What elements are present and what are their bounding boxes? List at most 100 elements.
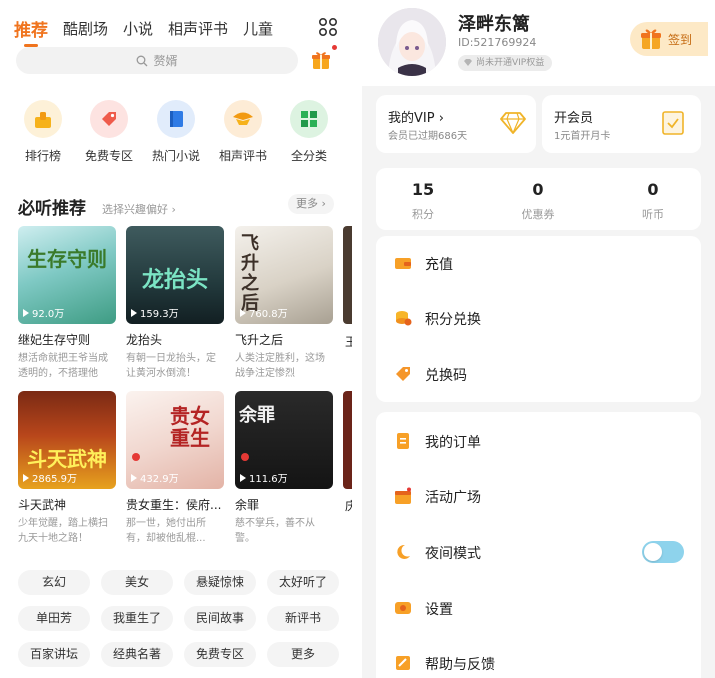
- play-icon: [23, 309, 29, 317]
- menu-night-mode[interactable]: 夜间模式: [376, 537, 701, 567]
- member-card[interactable]: 开会员 1元首开月卡: [542, 95, 701, 153]
- category-hot-novels[interactable]: 热门小说: [144, 100, 208, 164]
- member-title: 开会员: [554, 111, 594, 126]
- tag-chip[interactable]: 更多: [267, 642, 339, 667]
- my-vip-card[interactable]: 我的VIP › 会员已过期686天: [376, 95, 536, 153]
- play-count: 111.6万: [240, 470, 288, 485]
- stat-value: 0: [532, 180, 544, 199]
- play-icon: [240, 474, 246, 482]
- ranking-icon: [24, 100, 62, 138]
- night-mode-toggle[interactable]: [642, 541, 684, 563]
- search-input[interactable]: 赘婿: [16, 47, 298, 74]
- stat-coupons[interactable]: 0 优惠券: [498, 180, 578, 222]
- cover-title: 龙抬头: [141, 267, 208, 293]
- menu-label: 充值: [425, 257, 453, 273]
- book-cover: 飞升之后 760.8万: [235, 226, 333, 324]
- wallet-menu-card: 充值 积分兑换 兑换码: [376, 236, 701, 402]
- play-count: 92.0万: [23, 305, 64, 320]
- more-button[interactable]: 更多 ›: [288, 194, 334, 214]
- top-tab-bar: 推荐 酷剧场 小说 相声评书 儿童: [14, 14, 288, 47]
- menu-settings[interactable]: 设置: [376, 593, 701, 623]
- stat-value: 15: [411, 180, 435, 199]
- stat-points[interactable]: 15 积分: [383, 180, 463, 222]
- home-panel: 推荐 酷剧场 小说 相声评书 儿童 赘婿 排行榜 免费专区 热门小说 相声评书 …: [0, 0, 352, 678]
- section-title: 必听推荐: [18, 199, 86, 219]
- menu-label: 积分兑换: [425, 312, 481, 328]
- profile-panel: 泽畔东篱 ID:521769924 尚未开通VIP权益 签到 我的VIP › 会…: [362, 0, 715, 678]
- category-row: 排行榜 免费专区 热门小说 相声评书 全分类: [0, 100, 352, 166]
- tag-chip[interactable]: 百家讲坛: [18, 642, 90, 667]
- moon-icon: [397, 544, 410, 559]
- sign-in-button[interactable]: 签到: [630, 22, 708, 56]
- category-ranking[interactable]: 排行榜: [11, 100, 75, 164]
- play-icon: [23, 474, 29, 482]
- tab-kids[interactable]: 儿童: [243, 18, 273, 39]
- tag-chip[interactable]: 玄幻: [18, 570, 90, 595]
- member-offer-text: 1元首开月卡: [554, 131, 611, 142]
- play-icon: [131, 474, 137, 482]
- book-description: 有朝一日龙抬头，定让黄河水倒流！: [126, 353, 216, 379]
- menu-label: 设置: [425, 602, 453, 618]
- book-description: 想活命就把王爷当成透明的，不搭理他: [18, 353, 108, 379]
- tag-chip[interactable]: 免费专区: [184, 642, 256, 667]
- avatar[interactable]: [378, 8, 446, 76]
- gift-icon[interactable]: [310, 49, 332, 71]
- book-card[interactable]: 贵女重生 432.9万 贵女重生：侯府... 那一世，她付出所有，却被他乱棍..…: [126, 391, 224, 546]
- tag-chip[interactable]: 太好听了: [267, 570, 339, 595]
- menu-points-exchange[interactable]: 积分兑换: [376, 303, 701, 333]
- stat-label: 听币: [642, 208, 664, 221]
- book-card[interactable]: 飞升之后 760.8万 飞升之后 人类注定胜利，这场战争注定惨烈: [235, 226, 333, 381]
- book-description: 慈不掌兵，善不从警。: [235, 518, 315, 544]
- tag-chip[interactable]: 经典名著: [101, 642, 173, 667]
- category-all[interactable]: 全分类: [277, 100, 341, 164]
- search-icon: [137, 55, 148, 66]
- tag-chip[interactable]: 单田芳: [18, 606, 90, 631]
- tab-recommend[interactable]: 推荐: [14, 16, 48, 47]
- book-title-partial: 庆: [345, 499, 352, 513]
- tab-drama[interactable]: 酷剧场: [63, 18, 108, 39]
- book-cover-partial[interactable]: [343, 226, 352, 324]
- category-crosstalk[interactable]: 相声评书: [211, 100, 275, 164]
- interest-preference-link[interactable]: 选择兴趣偏好 ›: [102, 201, 176, 217]
- category-free[interactable]: 免费专区: [77, 100, 141, 164]
- book-cover: 龙抬头 159.3万: [126, 226, 224, 324]
- menu-help-feedback[interactable]: 帮助与反馈: [376, 648, 701, 678]
- vip-expiry-text: 会员已过期686天: [388, 131, 468, 142]
- play-count: 760.8万: [240, 305, 288, 320]
- update-badge: [132, 453, 140, 461]
- all-channels-icon[interactable]: [318, 17, 338, 37]
- sign-in-label: 签到: [668, 33, 693, 47]
- play-count-value: 432.9万: [140, 474, 179, 485]
- category-label: 相声评书: [218, 149, 267, 163]
- menu-redeem-code[interactable]: 兑换码: [376, 359, 701, 389]
- tab-novel[interactable]: 小说: [123, 18, 153, 39]
- cover-title: 余罪: [239, 405, 275, 426]
- book-card[interactable]: 余罪 111.6万 余罪 慈不掌兵，善不从警。: [235, 391, 333, 546]
- cover-title: 斗天武神: [27, 447, 107, 471]
- book-card[interactable]: 生存守则 92.0万 继妃生存守则 想活命就把王爷当成透明的，不搭理他: [18, 226, 116, 381]
- book-card[interactable]: 斗天武神 2865.9万 斗天武神 少年觉醒，踏上横扫九天十地之路！: [18, 391, 116, 546]
- book-description: 少年觉醒，踏上横扫九天十地之路！: [18, 518, 108, 544]
- menu-my-orders[interactable]: 我的订单: [376, 426, 701, 456]
- book-title: 飞升之后: [235, 333, 284, 347]
- vip-status-badge[interactable]: 尚未开通VIP权益: [458, 55, 553, 71]
- menu-recharge[interactable]: 充值: [376, 248, 701, 278]
- book-title: 贵女重生：侯府...: [126, 498, 222, 512]
- book-cover-partial[interactable]: [343, 391, 352, 489]
- stat-listen-coins[interactable]: 0 听币: [613, 180, 693, 222]
- play-count-value: 111.6万: [249, 474, 288, 485]
- free-tag-icon: [90, 100, 128, 138]
- play-icon: [131, 309, 137, 317]
- tag-chip[interactable]: 民间故事: [184, 606, 256, 631]
- tab-crosstalk[interactable]: 相声评书: [168, 18, 228, 39]
- tag-chip[interactable]: 悬疑惊悚: [184, 570, 256, 595]
- tag-chip[interactable]: 新评书: [267, 606, 339, 631]
- book-card[interactable]: 龙抬头 159.3万 龙抬头 有朝一日龙抬头，定让黄河水倒流！: [126, 226, 224, 381]
- book-title: 余罪: [235, 498, 260, 512]
- book-cover: 斗天武神 2865.9万: [18, 391, 116, 489]
- help-icon: [396, 656, 410, 670]
- tag-chip[interactable]: 我重生了: [101, 606, 173, 631]
- tag-chip[interactable]: 美女: [101, 570, 173, 595]
- menu-activity-square[interactable]: 活动广场: [376, 481, 701, 511]
- my-vip-title: 我的VIP ›: [388, 111, 444, 126]
